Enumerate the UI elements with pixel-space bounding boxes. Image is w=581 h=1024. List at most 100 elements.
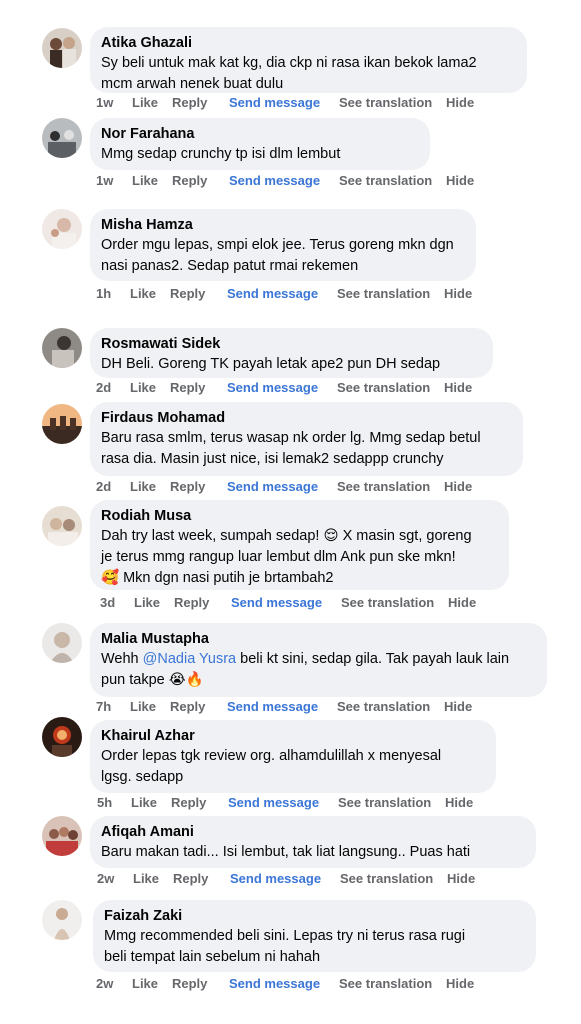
see-translation-button[interactable]: See translation: [339, 976, 432, 991]
see-translation-button[interactable]: See translation: [337, 286, 430, 301]
send-message-button[interactable]: Send message: [227, 699, 318, 714]
reply-button[interactable]: Reply: [170, 286, 205, 301]
timestamp[interactable]: 5h: [97, 795, 112, 810]
timestamp[interactable]: 2d: [96, 479, 111, 494]
comment-bubble: Khairul Azhar Order lepas tgk review org…: [90, 720, 496, 793]
send-message-button[interactable]: Send message: [229, 173, 320, 188]
send-message-button[interactable]: Send message: [227, 479, 318, 494]
hide-button[interactable]: Hide: [444, 479, 472, 494]
commenter-name[interactable]: Faizah Zaki: [104, 907, 524, 926]
commenter-name[interactable]: Misha Hamza: [101, 216, 464, 235]
comment-bubble: Atika Ghazali Sy beli untuk mak kat kg, …: [90, 27, 527, 93]
comment-text: Order mgu lepas, smpi elok jee. Terus go…: [101, 237, 454, 274]
commenter-name[interactable]: Firdaus Mohamad: [101, 409, 511, 428]
like-button[interactable]: Like: [133, 871, 159, 886]
send-message-button[interactable]: Send message: [227, 380, 318, 395]
reply-button[interactable]: Reply: [171, 795, 206, 810]
reply-button[interactable]: Reply: [170, 699, 205, 714]
comment-bubble: Nor Farahana Mmg sedap crunchy tp isi dl…: [90, 118, 430, 170]
reply-button[interactable]: Reply: [172, 95, 207, 110]
commenter-name[interactable]: Rodiah Musa: [101, 507, 497, 526]
comment-bubble: Rosmawati Sidek DH Beli. Goreng TK payah…: [90, 328, 493, 378]
like-button[interactable]: Like: [130, 380, 156, 395]
timestamp[interactable]: 7h: [96, 699, 111, 714]
like-button[interactable]: Like: [130, 286, 156, 301]
avatar[interactable]: [42, 506, 82, 546]
avatar[interactable]: [42, 209, 82, 249]
mention-link[interactable]: @Nadia Yusra: [143, 651, 236, 667]
avatar[interactable]: [42, 900, 82, 940]
timestamp[interactable]: 2w: [96, 976, 113, 991]
like-button[interactable]: Like: [132, 95, 158, 110]
see-translation-button[interactable]: See translation: [337, 380, 430, 395]
like-button[interactable]: Like: [134, 595, 160, 610]
hide-button[interactable]: Hide: [444, 380, 472, 395]
reply-button[interactable]: Reply: [172, 976, 207, 991]
like-button[interactable]: Like: [130, 479, 156, 494]
hide-button[interactable]: Hide: [445, 795, 473, 810]
commenter-name[interactable]: Nor Farahana: [101, 125, 418, 144]
hide-button[interactable]: Hide: [448, 595, 476, 610]
like-button[interactable]: Like: [132, 173, 158, 188]
commenter-name[interactable]: Afiqah Amani: [101, 823, 524, 842]
avatar[interactable]: [42, 28, 82, 68]
comment-bubble: Rodiah Musa Dah try last week, sumpah se…: [90, 500, 509, 590]
reply-button[interactable]: Reply: [173, 871, 208, 886]
commenter-name[interactable]: Rosmawati Sidek: [101, 335, 481, 354]
like-button[interactable]: Like: [132, 976, 158, 991]
timestamp[interactable]: 1w: [96, 95, 113, 110]
see-translation-button[interactable]: See translation: [338, 795, 431, 810]
comment-bubble: Misha Hamza Order mgu lepas, smpi elok j…: [90, 209, 476, 281]
avatar[interactable]: [42, 118, 82, 158]
timestamp[interactable]: 1h: [96, 286, 111, 301]
reply-button[interactable]: Reply: [174, 595, 209, 610]
comment-text: Sy beli untuk mak kat kg, dia ckp ni ras…: [101, 55, 477, 92]
comment-bubble: Faizah Zaki Mmg recommended beli sini. L…: [93, 900, 536, 972]
like-button[interactable]: Like: [131, 795, 157, 810]
comment-text: Baru makan tadi... Isi lembut, tak liat …: [101, 844, 471, 860]
hide-button[interactable]: Hide: [447, 871, 475, 886]
commenter-name[interactable]: Atika Ghazali: [101, 34, 515, 53]
hide-button[interactable]: Hide: [444, 699, 472, 714]
reply-button[interactable]: Reply: [170, 479, 205, 494]
comment-text: DH Beli. Goreng TK payah letak ape2 pun …: [101, 356, 441, 372]
avatar[interactable]: [42, 816, 82, 856]
send-message-button[interactable]: Send message: [227, 286, 318, 301]
avatar[interactable]: [42, 404, 82, 444]
see-translation-button[interactable]: See translation: [337, 479, 430, 494]
send-message-button[interactable]: Send message: [228, 795, 319, 810]
see-translation-button[interactable]: See translation: [340, 871, 433, 886]
comment-bubble: Malia Mustapha Wehh @Nadia Yusra beli kt…: [90, 623, 547, 697]
commenter-name[interactable]: Khairul Azhar: [101, 727, 484, 746]
see-translation-button[interactable]: See translation: [339, 95, 432, 110]
timestamp[interactable]: 1w: [96, 173, 113, 188]
send-message-button[interactable]: Send message: [230, 871, 321, 886]
hide-button[interactable]: Hide: [444, 286, 472, 301]
send-message-button[interactable]: Send message: [231, 595, 322, 610]
see-translation-button[interactable]: See translation: [337, 699, 430, 714]
comment-text: Order lepas tgk review org. alhamdulilla…: [101, 748, 442, 785]
reply-button[interactable]: Reply: [170, 380, 205, 395]
comment-text: Mmg sedap crunchy tp isi dlm lembut: [101, 146, 341, 162]
timestamp[interactable]: 2w: [97, 871, 114, 886]
avatar[interactable]: [42, 328, 82, 368]
hide-button[interactable]: Hide: [446, 173, 474, 188]
send-message-button[interactable]: Send message: [229, 976, 320, 991]
hide-button[interactable]: Hide: [446, 95, 474, 110]
like-button[interactable]: Like: [130, 699, 156, 714]
comment-bubble: Firdaus Mohamad Baru rasa smlm, terus wa…: [90, 402, 523, 476]
timestamp[interactable]: 3d: [100, 595, 115, 610]
send-message-button[interactable]: Send message: [229, 95, 320, 110]
commenter-name[interactable]: Malia Mustapha: [101, 630, 535, 649]
see-translation-button[interactable]: See translation: [339, 173, 432, 188]
timestamp[interactable]: 2d: [96, 380, 111, 395]
see-translation-button[interactable]: See translation: [341, 595, 434, 610]
comment-bubble: Afiqah Amani Baru makan tadi... Isi lemb…: [90, 816, 536, 868]
reply-button[interactable]: Reply: [172, 173, 207, 188]
comment-text: Wehh @Nadia Yusra beli kt sini, sedap gi…: [101, 651, 510, 688]
avatar[interactable]: [42, 717, 82, 757]
avatar[interactable]: [42, 623, 82, 663]
comment-text: Baru rasa smlm, terus wasap nk order lg.…: [101, 430, 481, 467]
hide-button[interactable]: Hide: [446, 976, 474, 991]
comment-text: Mmg recommended beli sini. Lepas try ni …: [104, 928, 466, 965]
